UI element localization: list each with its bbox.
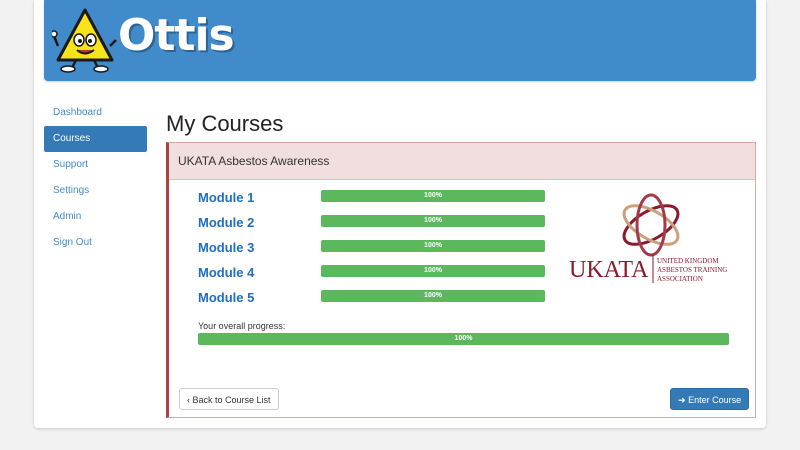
module-progress-bar: 100%: [321, 240, 545, 252]
module-link[interactable]: Module 3: [198, 238, 254, 258]
brand-logo-text: Ottis: [118, 10, 235, 61]
module-link[interactable]: Module 5: [198, 288, 254, 308]
sidebar-item-support[interactable]: Support: [44, 152, 147, 178]
module-progress-bar: 100%: [321, 290, 545, 302]
ukata-tagline-1: UNITED KINGDOM: [657, 257, 719, 265]
module-progress-bar: 100%: [321, 215, 545, 227]
module-link[interactable]: Module 4: [198, 263, 254, 283]
sidebar-item-dashboard[interactable]: Dashboard: [44, 100, 147, 126]
ukata-logo-icon: UKATA UNITED KINGDOM ASBESTOS TRAINING A…: [569, 193, 727, 283]
module-progress-fill: 100%: [321, 290, 545, 302]
module-progress-fill: 100%: [321, 215, 545, 227]
overall-progress-label: Your overall progress:: [198, 321, 286, 331]
module-progress-fill: 100%: [321, 265, 545, 277]
module-progress-fill: 100%: [321, 190, 545, 202]
overall-progress-fill: 100%: [198, 333, 729, 345]
module-progress-fill: 100%: [321, 240, 545, 252]
site-header: Ottis: [44, 0, 756, 81]
ottis-mascot-icon: [52, 8, 117, 73]
course-panel: UKATA Asbestos Awareness Module 1 100% M…: [166, 142, 756, 418]
module-progress-bar: 100%: [321, 265, 545, 277]
module-link[interactable]: Module 2: [198, 213, 254, 233]
ukata-tagline-2: ASBESTOS TRAINING: [657, 266, 727, 274]
circle-arrow-icon: ➜: [678, 395, 686, 405]
sidebar-item-admin[interactable]: Admin: [44, 204, 147, 230]
module-progress-bar: 100%: [321, 190, 545, 202]
ukata-tagline-3: ASSOCIATION: [657, 275, 703, 283]
ukata-wordmark: UKATA: [569, 257, 649, 283]
sidebar-item-sign-out[interactable]: Sign Out: [44, 230, 147, 256]
module-link[interactable]: Module 1: [198, 188, 254, 208]
sidebar-item-settings[interactable]: Settings: [44, 178, 147, 204]
overall-progress-bar: 100%: [198, 333, 729, 345]
enter-course-label: Enter Course: [688, 395, 742, 405]
sidebar-item-courses[interactable]: Courses: [44, 126, 147, 152]
back-to-course-list-button[interactable]: ‹ Back to Course List: [179, 388, 279, 410]
page-title: My Courses: [166, 111, 284, 136]
sidebar-nav: Dashboard Courses Support Settings Admin…: [44, 100, 147, 256]
course-title: UKATA Asbestos Awareness: [169, 143, 755, 180]
enter-course-button[interactable]: ➜ Enter Course: [670, 388, 750, 410]
